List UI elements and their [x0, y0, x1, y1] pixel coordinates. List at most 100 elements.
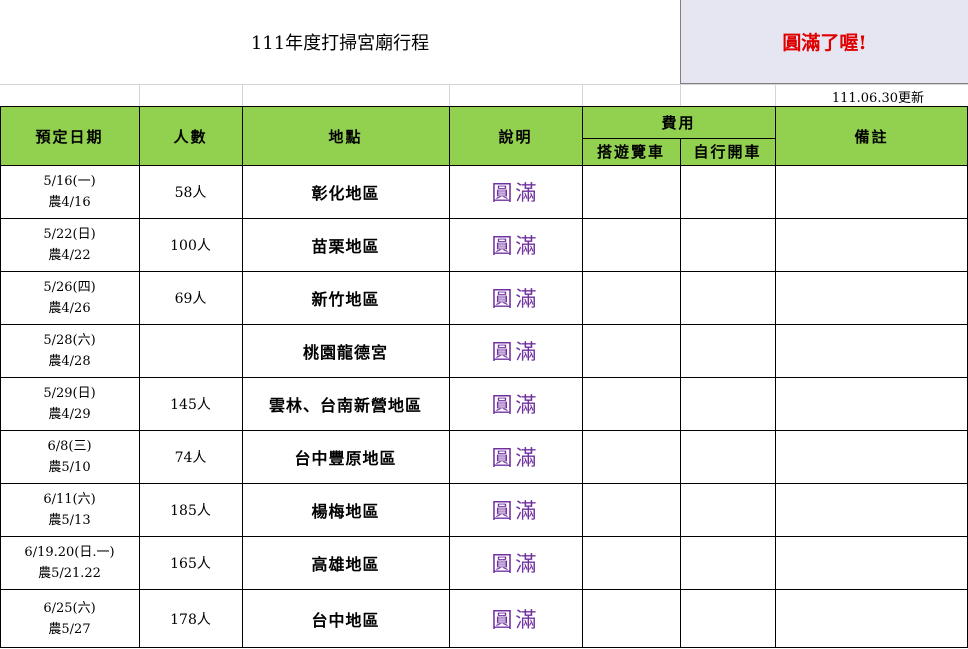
row-date-cell: 5/26(四) 農4/26 [0, 271, 139, 324]
row-date: 5/26(四) [43, 279, 96, 295]
row-people: 74人 [174, 449, 207, 466]
row-people: 100人 [170, 237, 211, 254]
row-date-cell: 6/19.20(日.一) 農5/21.22 [0, 536, 139, 589]
row-fee-self-cell [680, 589, 775, 649]
row-lunar-date: 農4/29 [48, 406, 91, 422]
row-date-cell: 5/28(六) 農4/28 [0, 324, 139, 377]
row-people: 178人 [170, 612, 211, 628]
row-people: 69人 [174, 290, 207, 307]
row-lunar-date: 農5/27 [48, 622, 91, 637]
schedule-sheet: 111年度打掃宮廟行程 圓滿了喔! 111.06.30更新 預定日期 人數 地點… [0, 0, 968, 649]
row-fee-self-cell [680, 324, 775, 377]
grid-line [449, 106, 450, 648]
row-date: 5/16(一) [43, 173, 96, 189]
row-place: 台中豐原地區 [294, 448, 397, 468]
grid-line [0, 377, 968, 378]
row-date: 6/11(六) [43, 491, 96, 507]
row-fee-self-cell [680, 218, 775, 271]
row-remark-cell [775, 589, 968, 649]
row-fee-bus-cell [582, 271, 680, 324]
row-remark-cell [775, 271, 968, 324]
row-fee-bus-cell [582, 324, 680, 377]
row-status: 圓滿 [491, 233, 540, 258]
row-fee-self-cell [680, 271, 775, 324]
grid-line [0, 218, 968, 219]
page-title: 111年度打掃宮廟行程 [250, 33, 430, 54]
header-fee: 費用 [582, 107, 775, 138]
grid-line [139, 106, 140, 648]
grid-line [582, 84, 583, 106]
grid-line [139, 84, 140, 106]
row-place: 高雄地區 [311, 554, 380, 574]
row-fee-bus-cell [582, 430, 680, 483]
row-status: 圓滿 [491, 339, 540, 364]
row-place: 新竹地區 [311, 289, 380, 309]
row-status: 圓滿 [491, 551, 540, 576]
row-status: 圓滿 [491, 445, 540, 470]
row-date-cell: 6/8(三) 農5/10 [0, 430, 139, 483]
grid-line [242, 84, 243, 106]
header-note: 說明 [449, 107, 582, 165]
row-date-cell: 5/29(日) 農4/29 [0, 377, 139, 430]
row-people: 165人 [170, 555, 211, 572]
grid-line [0, 536, 968, 537]
row-place: 桃園龍德宮 [302, 342, 388, 362]
grid-line [0, 324, 968, 325]
grid-line [775, 84, 776, 106]
row-people: 145人 [170, 396, 211, 413]
row-date: 5/28(六) [43, 332, 96, 348]
row-remark-cell [775, 377, 968, 430]
row-remark-cell [775, 218, 968, 271]
grid-line [0, 165, 968, 166]
grid-line [582, 138, 775, 139]
row-place: 苗栗地區 [311, 236, 380, 256]
row-people: 58人 [174, 184, 207, 201]
row-date: 5/22(日) [43, 226, 96, 242]
row-remark-cell [775, 536, 968, 589]
row-fee-bus-cell [582, 589, 680, 649]
row-status: 圓滿 [491, 498, 540, 523]
grid-line [0, 589, 968, 590]
row-fee-self-cell [680, 536, 775, 589]
row-date: 6/19.20(日.一) [24, 544, 115, 560]
row-date-cell: 6/25(六) 農5/27 [0, 589, 139, 649]
grid-line [680, 138, 681, 648]
row-people [139, 324, 242, 377]
row-date: 6/8(三) [47, 438, 92, 454]
row-remark-cell [775, 324, 968, 377]
grid-line [242, 106, 243, 648]
row-date: 6/25(六) [43, 601, 96, 616]
header-fee-bus: 搭遊覽車 [582, 138, 680, 165]
row-fee-bus-cell [582, 165, 680, 218]
grid-line [0, 430, 968, 431]
row-date-cell: 5/16(一) 農4/16 [0, 165, 139, 218]
row-lunar-date: 農4/26 [48, 300, 91, 316]
header-people: 人數 [139, 107, 242, 165]
row-status: 圓滿 [491, 392, 540, 417]
header-remark: 備註 [775, 107, 968, 165]
row-fee-self-cell [680, 430, 775, 483]
header-fee-self: 自行開車 [680, 138, 775, 165]
row-fee-bus-cell [582, 483, 680, 536]
grid-line [582, 106, 583, 648]
row-lunar-date: 農4/28 [48, 353, 91, 369]
header-date: 預定日期 [0, 107, 139, 165]
row-fee-self-cell [680, 377, 775, 430]
row-date: 5/29(日) [43, 385, 96, 401]
row-place: 彰化地區 [311, 183, 380, 203]
row-status: 圓滿 [491, 286, 540, 311]
row-place: 楊梅地區 [311, 501, 380, 521]
grid-line [775, 106, 776, 648]
row-lunar-date: 農5/10 [48, 459, 91, 475]
row-date-cell: 6/11(六) 農5/13 [0, 483, 139, 536]
row-lunar-date: 農4/22 [48, 247, 91, 263]
row-status: 圓滿 [491, 608, 540, 632]
row-fee-self-cell [680, 165, 775, 218]
completion-banner: 圓滿了喔! [680, 0, 968, 84]
row-date-cell: 5/22(日) 農4/22 [0, 218, 139, 271]
row-remark-cell [775, 430, 968, 483]
row-place: 雲林、台南新營地區 [268, 395, 422, 415]
row-lunar-date: 農5/13 [48, 512, 91, 528]
grid-line [449, 84, 450, 106]
header-place: 地點 [242, 107, 449, 165]
